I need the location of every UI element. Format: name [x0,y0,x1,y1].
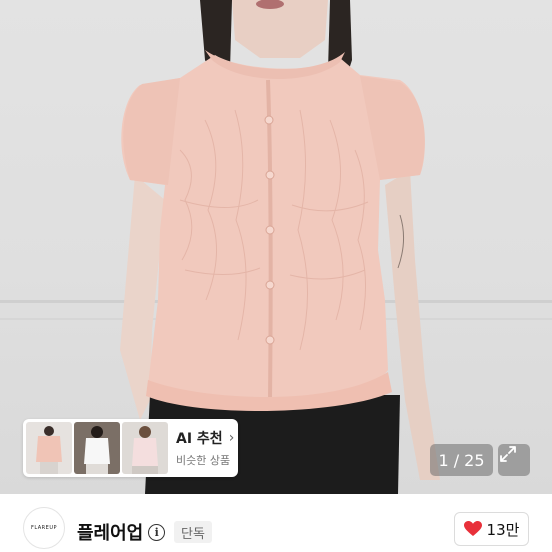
heart-icon [463,521,482,536]
shop-bar: FLAREUP 플레어업 i 단독 13만 [0,494,552,552]
product-image[interactable]: AI 추천 › 비슷한 상품 1 / 25 [0,0,552,494]
image-counter: 1 / 25 [430,444,493,476]
ai-recommendation-card[interactable]: AI 추천 › 비슷한 상품 [23,419,238,477]
info-icon[interactable]: i [148,523,166,541]
expand-icon [500,446,516,462]
recommendation-thumbnail[interactable] [74,422,120,474]
like-button[interactable]: 13만 [454,512,529,546]
shop-name-link[interactable]: 플레어업 i [77,519,166,545]
shop-name: 플레어업 [77,523,144,544]
like-count: 13만 [486,520,520,539]
shop-logo[interactable]: FLAREUP [23,507,65,549]
recommendation-thumbnail[interactable] [26,422,72,474]
ai-recommend-subtitle: 비슷한 상품 [176,454,231,467]
ai-recommend-title: AI 추천 [176,431,223,447]
recommendation-thumbnail[interactable] [122,422,168,474]
chevron-right-icon: › [228,430,235,446]
exclusive-badge: 단독 [174,521,212,543]
expand-button[interactable] [498,444,530,476]
shop-logo-text: FLAREUP [30,525,57,531]
